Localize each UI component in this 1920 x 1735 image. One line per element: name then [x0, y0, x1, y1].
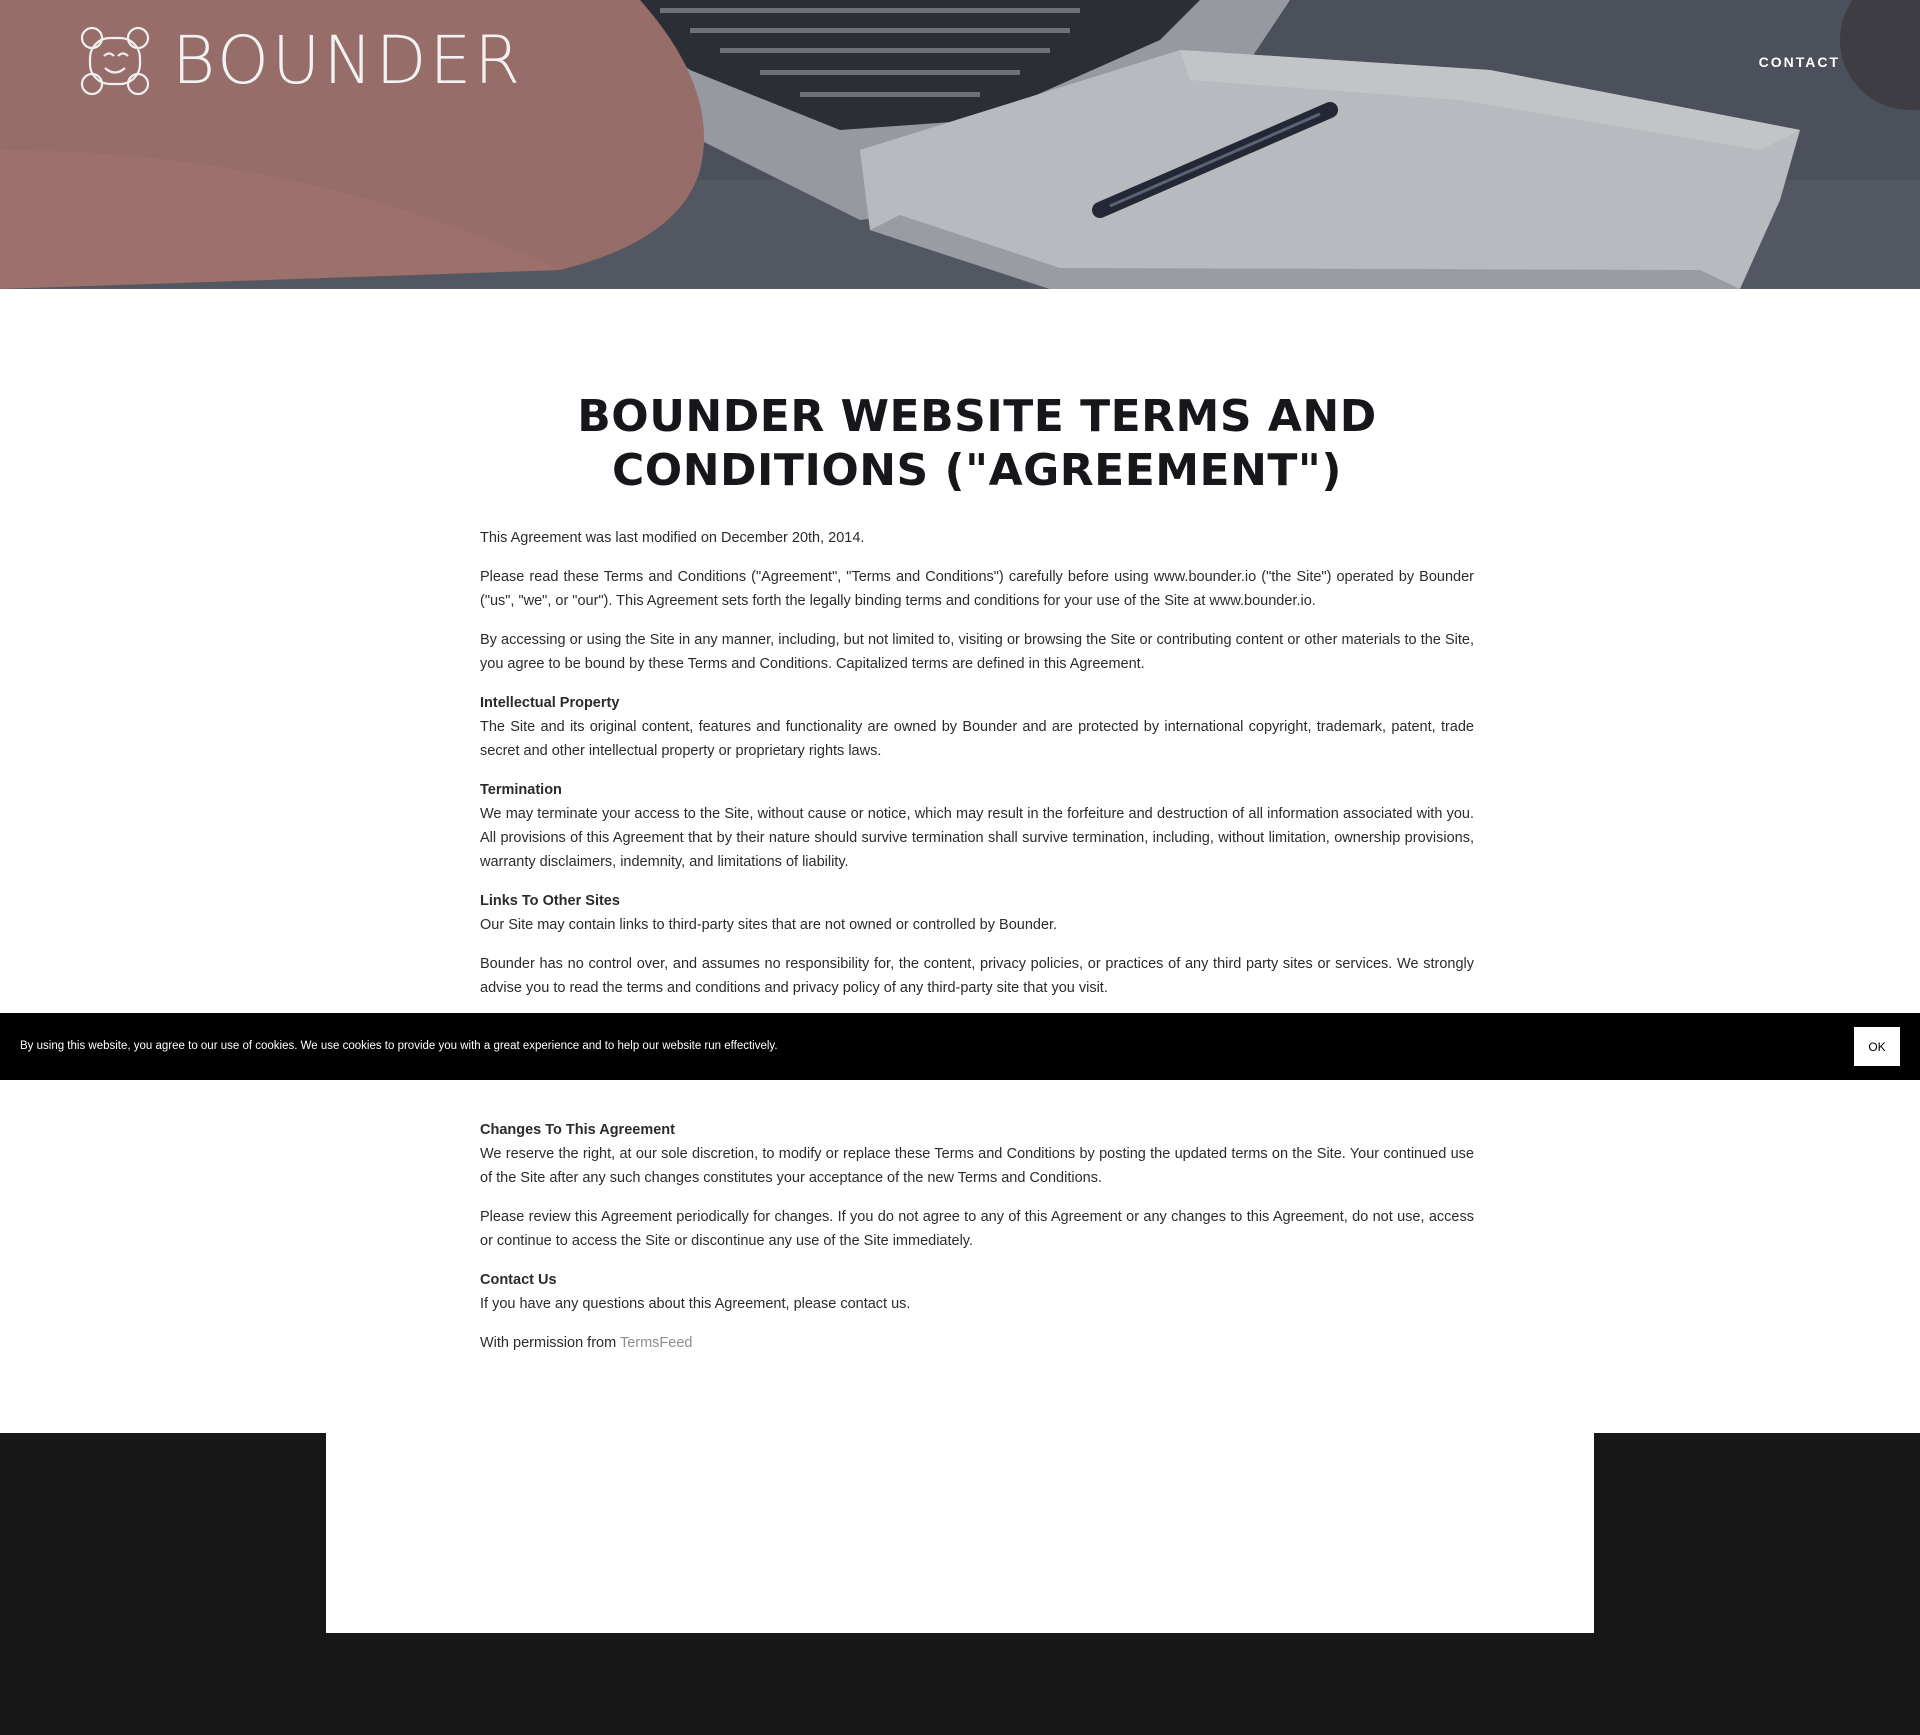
intro-paragraph-2: By accessing or using the Site in any ma…: [480, 632, 1474, 672]
site-footer: [0, 1433, 1920, 1735]
section-body-intellectual-property: The Site and its original content, featu…: [480, 719, 1474, 759]
section-heading-termination: Termination: [480, 782, 562, 798]
terms-content: BOUNDER WEBSITE TERMS AND CONDITIONS ("A…: [480, 390, 1474, 1370]
brand-name: BOUNDER: [172, 22, 524, 99]
nav-contact-link[interactable]: CONTACT: [1759, 54, 1840, 70]
hero-header: BOUNDER CONTACT: [0, 0, 1920, 289]
intro-paragraph-1: Please read these Terms and Conditions (…: [480, 569, 1474, 609]
bounder-logo-icon: [80, 26, 150, 96]
last-modified-text: This Agreement was last modified on Dece…: [480, 530, 865, 546]
cookie-banner-text: By using this website, you agree to our …: [20, 1040, 778, 1052]
permission-line: With permission from TermsFeed: [480, 1331, 1474, 1355]
section-body-termination: We may terminate your access to the Site…: [480, 806, 1474, 870]
cookie-ok-button[interactable]: OK: [1854, 1027, 1900, 1066]
termsfeed-link[interactable]: TermsFeed: [620, 1335, 693, 1351]
section-body-changes-2: Please review this Agreement periodicall…: [480, 1209, 1474, 1249]
section-heading-changes: Changes To This Agreement: [480, 1122, 675, 1138]
page-title: BOUNDER WEBSITE TERMS AND CONDITIONS ("A…: [577, 391, 1377, 496]
section-body-links-2: Bounder has no control over, and assumes…: [480, 956, 1474, 996]
permission-prefix: With permission from: [480, 1335, 620, 1351]
section-heading-intellectual-property: Intellectual Property: [480, 695, 620, 711]
cookie-banner: By using this website, you agree to our …: [0, 1013, 1920, 1080]
footer-panel: [326, 1433, 1594, 1633]
section-heading-contact: Contact Us: [480, 1272, 557, 1288]
section-body-links: Our Site may contain links to third-part…: [480, 917, 1058, 933]
section-body-contact: If you have any questions about this Agr…: [480, 1296, 911, 1312]
bounder-logo[interactable]: BOUNDER: [80, 26, 523, 96]
section-body-changes: We reserve the right, at our sole discre…: [480, 1146, 1474, 1186]
section-heading-links: Links To Other Sites: [480, 893, 620, 909]
